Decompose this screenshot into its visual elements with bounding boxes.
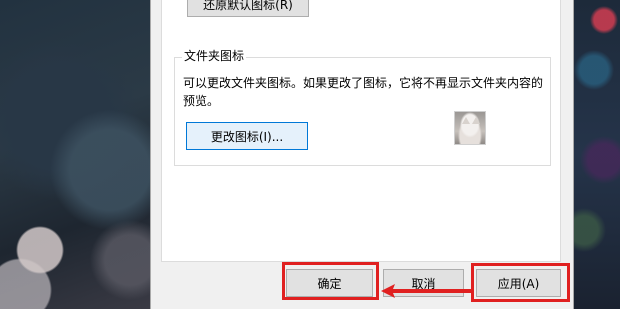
folder-icon-description: 可以更改文件夹图标。如果更改了图标，它将不再显示文件夹内容的预览。 — [183, 76, 544, 108]
properties-dialog: 还原默认图标(R) 文件夹图标 可以更改文件夹图标。如果更改了图标，它将不再显示… — [150, 0, 574, 309]
cat-thumbnail-icon — [454, 111, 486, 145]
desktop-wallpaper-right — [574, 0, 620, 309]
change-icon-button[interactable]: 更改图标(I)... — [186, 122, 308, 150]
cat-ear-left — [462, 117, 470, 124]
apply-button[interactable]: 应用(A) — [476, 269, 561, 297]
folder-icon-group-title: 文件夹图标 — [182, 49, 247, 63]
restore-default-button[interactable]: 还原默认图标(R) — [187, 0, 309, 17]
ok-button[interactable]: 确定 — [286, 269, 373, 297]
desktop-wallpaper-left — [0, 0, 150, 309]
customize-tab-panel: 还原默认图标(R) 文件夹图标 可以更改文件夹图标。如果更改了图标，它将不再显示… — [161, 0, 561, 262]
left-arrow-icon — [381, 284, 471, 298]
cat-ear-right — [472, 117, 480, 124]
